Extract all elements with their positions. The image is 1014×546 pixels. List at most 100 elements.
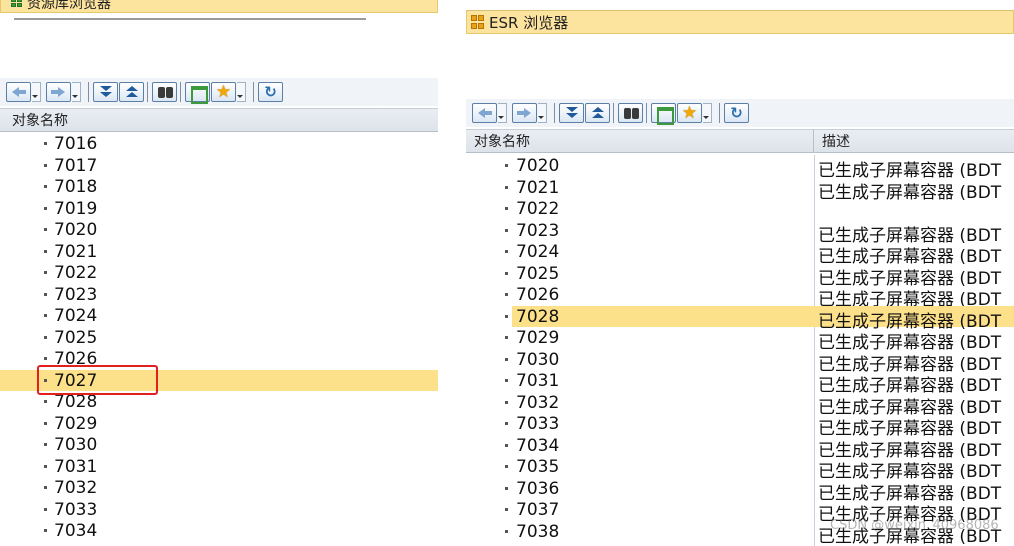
- back-icon[interactable]: [6, 82, 31, 102]
- favorites-dropdown-icon[interactable]: [703, 103, 712, 123]
- tree-row[interactable]: 7031: [0, 456, 438, 478]
- object-name[interactable]: 7028: [54, 392, 97, 412]
- hierarchy-icon[interactable]: [185, 82, 210, 104]
- binoculars-icon[interactable]: [152, 82, 177, 102]
- left-column-header[interactable]: 对象名称: [0, 108, 438, 132]
- back-dropdown-icon[interactable]: [32, 82, 41, 102]
- tree-row[interactable]: 7022: [0, 262, 438, 284]
- object-name[interactable]: 7023: [516, 221, 559, 241]
- object-name[interactable]: 7032: [54, 478, 97, 498]
- expand-all-icon[interactable]: [93, 82, 118, 102]
- watermark: CSDN @weixin_40968086: [830, 518, 999, 533]
- tree-row[interactable]: 7029 已生成子屏幕容器 (BDT: [466, 327, 1014, 353]
- forward-icon[interactable]: [46, 82, 71, 102]
- object-name[interactable]: 7016: [54, 134, 97, 154]
- collapse-all-icon[interactable]: [585, 103, 610, 123]
- tree-row[interactable]: 7035 已生成子屏幕容器 (BDT: [466, 456, 1014, 482]
- refresh-icon[interactable]: ↻: [258, 82, 283, 102]
- tree-row[interactable]: 7026 已生成子屏幕容器 (BDT: [466, 284, 1014, 310]
- tree-node-bullet-icon: [44, 443, 47, 446]
- object-name[interactable]: 7024: [516, 242, 559, 262]
- object-name[interactable]: 7025: [516, 264, 559, 284]
- tree-row[interactable]: 7032: [0, 477, 438, 499]
- back-dropdown-icon[interactable]: [498, 103, 507, 123]
- hierarchy-icon[interactable]: [651, 103, 676, 125]
- left-toolbar: ★ ↻: [0, 78, 438, 106]
- object-name[interactable]: 7038: [516, 522, 559, 542]
- object-name[interactable]: 7029: [54, 414, 97, 434]
- object-name[interactable]: 7034: [54, 521, 97, 541]
- tree-row[interactable]: 7019: [0, 198, 438, 220]
- tree-row[interactable]: 7017: [0, 155, 438, 177]
- tree-row[interactable]: 7025 已生成子屏幕容器 (BDT: [466, 263, 1014, 289]
- tree-row[interactable]: 7023 已生成子屏幕容器 (BDT: [466, 220, 1014, 246]
- object-name[interactable]: 7026: [516, 285, 559, 305]
- tree-row[interactable]: 7021: [0, 241, 438, 263]
- object-name[interactable]: 7031: [54, 457, 97, 477]
- tree-row[interactable]: 7029: [0, 413, 438, 435]
- expand-all-icon[interactable]: [559, 103, 584, 123]
- object-name[interactable]: 7025: [54, 328, 97, 348]
- forward-dropdown-icon[interactable]: [538, 103, 547, 123]
- object-name[interactable]: 7018: [54, 177, 97, 197]
- object-name[interactable]: 7035: [516, 457, 559, 477]
- object-name[interactable]: 7023: [54, 285, 97, 305]
- forward-icon[interactable]: [512, 103, 537, 123]
- tree-row[interactable]: 7030 已生成子屏幕容器 (BDT: [466, 349, 1014, 375]
- object-name[interactable]: 7024: [54, 306, 97, 326]
- tree-row[interactable]: 7034: [0, 520, 438, 542]
- collapse-all-icon[interactable]: [119, 82, 144, 102]
- description-header[interactable]: 描述: [814, 130, 1014, 152]
- tree-row[interactable]: 7033 已生成子屏幕容器 (BDT: [466, 413, 1014, 439]
- object-name[interactable]: 7019: [54, 199, 97, 219]
- forward-dropdown-icon[interactable]: [72, 82, 81, 102]
- tree-node-bullet-icon: [505, 357, 508, 361]
- object-name[interactable]: 7037: [516, 500, 559, 520]
- object-name[interactable]: 7030: [54, 435, 97, 455]
- tree-row[interactable]: 7036 已生成子屏幕容器 (BDT: [466, 478, 1014, 504]
- refresh-icon[interactable]: ↻: [724, 103, 749, 123]
- object-name[interactable]: 7021: [516, 178, 559, 198]
- object-name[interactable]: 7031: [516, 371, 559, 391]
- tree-row[interactable]: 7018: [0, 176, 438, 198]
- tree-row[interactable]: 7020: [0, 219, 438, 241]
- object-name[interactable]: 7022: [54, 263, 97, 283]
- star-icon[interactable]: ★: [677, 103, 702, 123]
- tree-row[interactable]: 7024 已生成子屏幕容器 (BDT: [466, 241, 1014, 267]
- back-icon[interactable]: [472, 103, 497, 123]
- tree-row[interactable]: 7025: [0, 327, 438, 349]
- object-name[interactable]: 7033: [54, 500, 97, 520]
- object-name[interactable]: 7021: [54, 242, 97, 262]
- object-name[interactable]: 7020: [516, 156, 559, 176]
- tree-row[interactable]: 7030: [0, 434, 438, 456]
- star-icon[interactable]: ★: [211, 82, 236, 102]
- tree-row[interactable]: 7034 已生成子屏幕容器 (BDT: [466, 435, 1014, 461]
- object-name-header[interactable]: 对象名称: [12, 110, 68, 130]
- tree-row[interactable]: 7024: [0, 305, 438, 327]
- panel-gutter: [438, 0, 466, 546]
- object-name[interactable]: 7034: [516, 436, 559, 456]
- tree-row[interactable]: 7033: [0, 499, 438, 521]
- tree-row[interactable]: 7021 已生成子屏幕容器 (BDT: [466, 177, 1014, 203]
- tree-row[interactable]: 7031 已生成子屏幕容器 (BDT: [466, 370, 1014, 396]
- favorites-dropdown-icon[interactable]: [237, 82, 246, 102]
- object-name[interactable]: 7028: [516, 307, 559, 327]
- object-name[interactable]: 7017: [54, 156, 97, 176]
- object-name[interactable]: 7032: [516, 393, 559, 413]
- tree-row[interactable]: 7032 已生成子屏幕容器 (BDT: [466, 392, 1014, 418]
- tree-node-bullet-icon: [505, 529, 508, 533]
- object-name[interactable]: 7030: [516, 350, 559, 370]
- object-name-header[interactable]: 对象名称: [466, 130, 814, 152]
- binoculars-icon[interactable]: [618, 103, 643, 123]
- tree-row[interactable]: 7016: [0, 133, 438, 155]
- tree-row[interactable]: 7028 已生成子屏幕容器 (BDT: [466, 305, 1014, 332]
- object-name[interactable]: 7036: [516, 479, 559, 499]
- tree-row[interactable]: 7020 已生成子屏幕容器 (BDT: [466, 155, 1014, 181]
- object-name[interactable]: 7022: [516, 199, 559, 219]
- object-name[interactable]: 7033: [516, 414, 559, 434]
- tree-row[interactable]: 7023: [0, 284, 438, 306]
- object-name[interactable]: 7020: [54, 220, 97, 240]
- object-name[interactable]: 7029: [516, 328, 559, 348]
- object-input-line[interactable]: [14, 18, 366, 20]
- tree-row[interactable]: 7022: [466, 198, 1014, 220]
